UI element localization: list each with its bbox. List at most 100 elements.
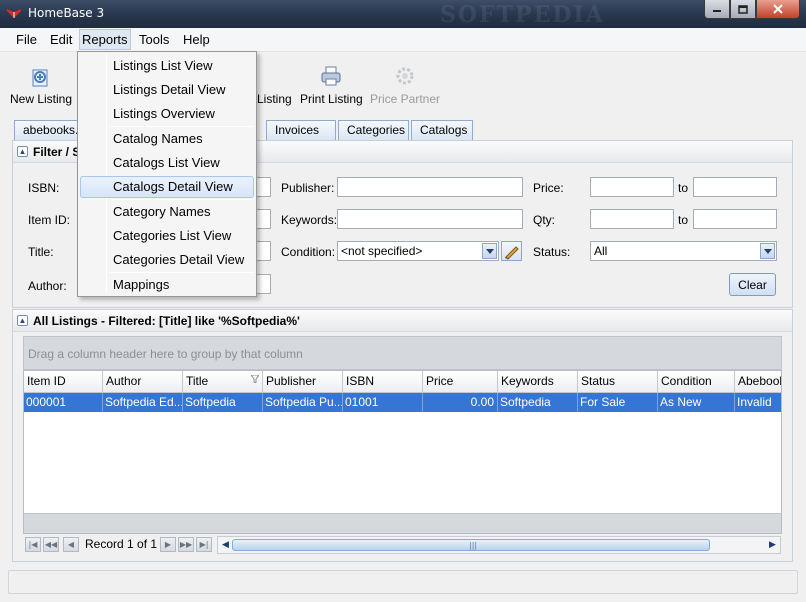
minimize-button[interactable] (704, 0, 730, 19)
collapse-icon[interactable]: ▲ (17, 315, 28, 326)
menu-item-category-names[interactable]: Category Names (80, 201, 254, 223)
status-select[interactable]: All (590, 241, 777, 261)
qty-label: Qty: (533, 213, 556, 227)
itemid-input[interactable] (255, 209, 271, 229)
itemid-label: Item ID: (28, 213, 71, 227)
next-record-icon[interactable]: ▶ (160, 537, 176, 552)
cell-publisher[interactable]: Softpedia Pu... (263, 393, 343, 412)
column-header-isbn[interactable]: ISBN (343, 371, 423, 393)
pencil-icon (505, 246, 519, 260)
cell-condition[interactable]: As New (658, 393, 735, 412)
chevron-down-icon[interactable] (482, 243, 497, 259)
cell-price[interactable]: 0.00 (423, 393, 498, 412)
price-max-input[interactable] (693, 177, 777, 197)
printer-icon (321, 66, 341, 86)
menu-file[interactable]: File (13, 32, 40, 47)
new-listing-button[interactable]: New Listing (10, 64, 72, 106)
cell-keywords[interactable]: Softpedia (498, 393, 578, 412)
column-header-price[interactable]: Price (423, 371, 498, 393)
listing-button[interactable]: Listing (257, 64, 292, 106)
menu-bar: File Edit Reports Tools Help (0, 28, 806, 52)
prev-page-icon[interactable]: ◀◀ (43, 537, 59, 552)
menu-help[interactable]: Help (180, 32, 213, 47)
filter-icon[interactable] (251, 375, 259, 383)
edit-condition-button[interactable] (501, 241, 522, 261)
column-header-author[interactable]: Author (103, 371, 183, 393)
cell-item-id[interactable]: 000001 (24, 393, 103, 412)
column-header-keywords[interactable]: Keywords (498, 371, 578, 393)
menu-item-listings-overview[interactable]: Listings Overview (80, 103, 254, 125)
scrollbar-thumb[interactable]: ||| (232, 539, 710, 551)
menu-tools[interactable]: Tools (136, 32, 172, 47)
grid-header: Item ID Author Title Publisher ISBN Pric… (24, 371, 781, 393)
tab-categories[interactable]: Categories (338, 120, 409, 140)
keywords-input[interactable] (337, 209, 523, 229)
record-counter: Record 1 of 1 (85, 537, 158, 551)
new-listing-icon (32, 69, 48, 87)
column-header-abebook[interactable]: Abebook (735, 371, 781, 393)
column-header-item-id[interactable]: Item ID (24, 371, 103, 393)
first-record-icon[interactable]: |◀ (25, 537, 41, 552)
menu-item-categories-list-view[interactable]: Categories List View (80, 225, 254, 247)
new-listing-label: New Listing (10, 92, 73, 106)
cell-abebook[interactable]: Invalid (735, 393, 781, 412)
maximize-button[interactable] (730, 0, 756, 19)
menu-item-catalogs-detail-view[interactable]: Catalogs Detail View (80, 176, 254, 198)
scroll-left-icon[interactable]: ◀ (219, 538, 232, 552)
clear-button[interactable]: Clear (729, 273, 776, 296)
price-min-input[interactable] (590, 177, 674, 197)
close-icon (773, 4, 783, 14)
record-navigator: |◀ ◀◀ ◀ Record 1 of 1 ▶ ▶▶ ▶| ◀ ||| ▶ (23, 536, 782, 554)
column-header-title[interactable]: Title (183, 371, 263, 393)
cell-title[interactable]: Softpedia (183, 393, 263, 412)
last-record-icon[interactable]: ▶| (196, 537, 212, 552)
window-title: HomeBase 3 (28, 6, 105, 20)
menu-separator (110, 126, 254, 127)
horizontal-scrollbar[interactable]: ◀ ||| ▶ (217, 536, 781, 554)
scroll-right-icon[interactable]: ▶ (766, 538, 779, 552)
cell-isbn[interactable]: 01001 (343, 393, 423, 412)
group-by-area[interactable]: Drag a column header here to group by th… (23, 336, 782, 370)
title-label: Title: (28, 245, 54, 259)
tab-catalogs[interactable]: Catalogs (411, 120, 473, 140)
condition-label: Condition: (281, 245, 336, 259)
print-listing-button[interactable]: Print Listing (300, 64, 363, 106)
collapse-icon[interactable]: ▲ (17, 146, 28, 157)
column-header-status[interactable]: Status (578, 371, 658, 393)
tab-abebooks[interactable]: abebooks.c (14, 120, 80, 140)
menu-item-catalog-names[interactable]: Catalog Names (80, 128, 254, 150)
menu-reports[interactable]: Reports (79, 29, 131, 50)
next-page-icon[interactable]: ▶▶ (178, 537, 194, 552)
close-button[interactable] (756, 0, 800, 19)
title-input[interactable] (255, 241, 271, 261)
listing-label: Listing (257, 92, 292, 106)
menu-item-categories-detail-view[interactable]: Categories Detail View (80, 249, 254, 271)
condition-value: <not specified> (341, 244, 423, 258)
listings-header: ▲ All Listings - Filtered: [Title] like … (13, 310, 792, 332)
condition-select[interactable]: <not specified> (337, 241, 499, 261)
chevron-down-icon[interactable] (760, 243, 775, 259)
menu-item-catalogs-list-view[interactable]: Catalogs List View (80, 152, 254, 174)
qty-min-input[interactable] (590, 209, 674, 229)
menu-item-listings-detail-view[interactable]: Listings Detail View (80, 79, 254, 101)
isbn-input[interactable] (255, 177, 271, 197)
menu-item-mappings[interactable]: Mappings (80, 274, 254, 296)
prev-record-icon[interactable]: ◀ (63, 537, 79, 552)
author-label: Author: (28, 279, 67, 293)
cell-status[interactable]: For Sale (578, 393, 658, 412)
menu-edit[interactable]: Edit (47, 32, 75, 47)
table-row[interactable]: 000001 Softpedia Ed... Softpedia Softped… (24, 393, 781, 412)
title-bar: HomeBase 3 SOFTPEDIA (0, 0, 806, 28)
maximize-icon (738, 4, 748, 14)
cell-author[interactable]: Softpedia Ed... (103, 393, 183, 412)
reports-dropdown-menu: Listings List View Listings Detail View … (77, 51, 257, 297)
price-partner-button[interactable]: Price Partner (370, 64, 440, 106)
menu-item-listings-list-view[interactable]: Listings List View (80, 55, 254, 77)
qty-max-input[interactable] (693, 209, 777, 229)
author-input[interactable] (255, 274, 271, 294)
column-header-publisher[interactable]: Publisher (263, 371, 343, 393)
column-header-condition[interactable]: Condition (658, 371, 735, 393)
publisher-input[interactable] (337, 177, 523, 197)
publisher-label: Publisher: (281, 181, 335, 195)
tab-invoices[interactable]: Invoices (266, 120, 336, 140)
